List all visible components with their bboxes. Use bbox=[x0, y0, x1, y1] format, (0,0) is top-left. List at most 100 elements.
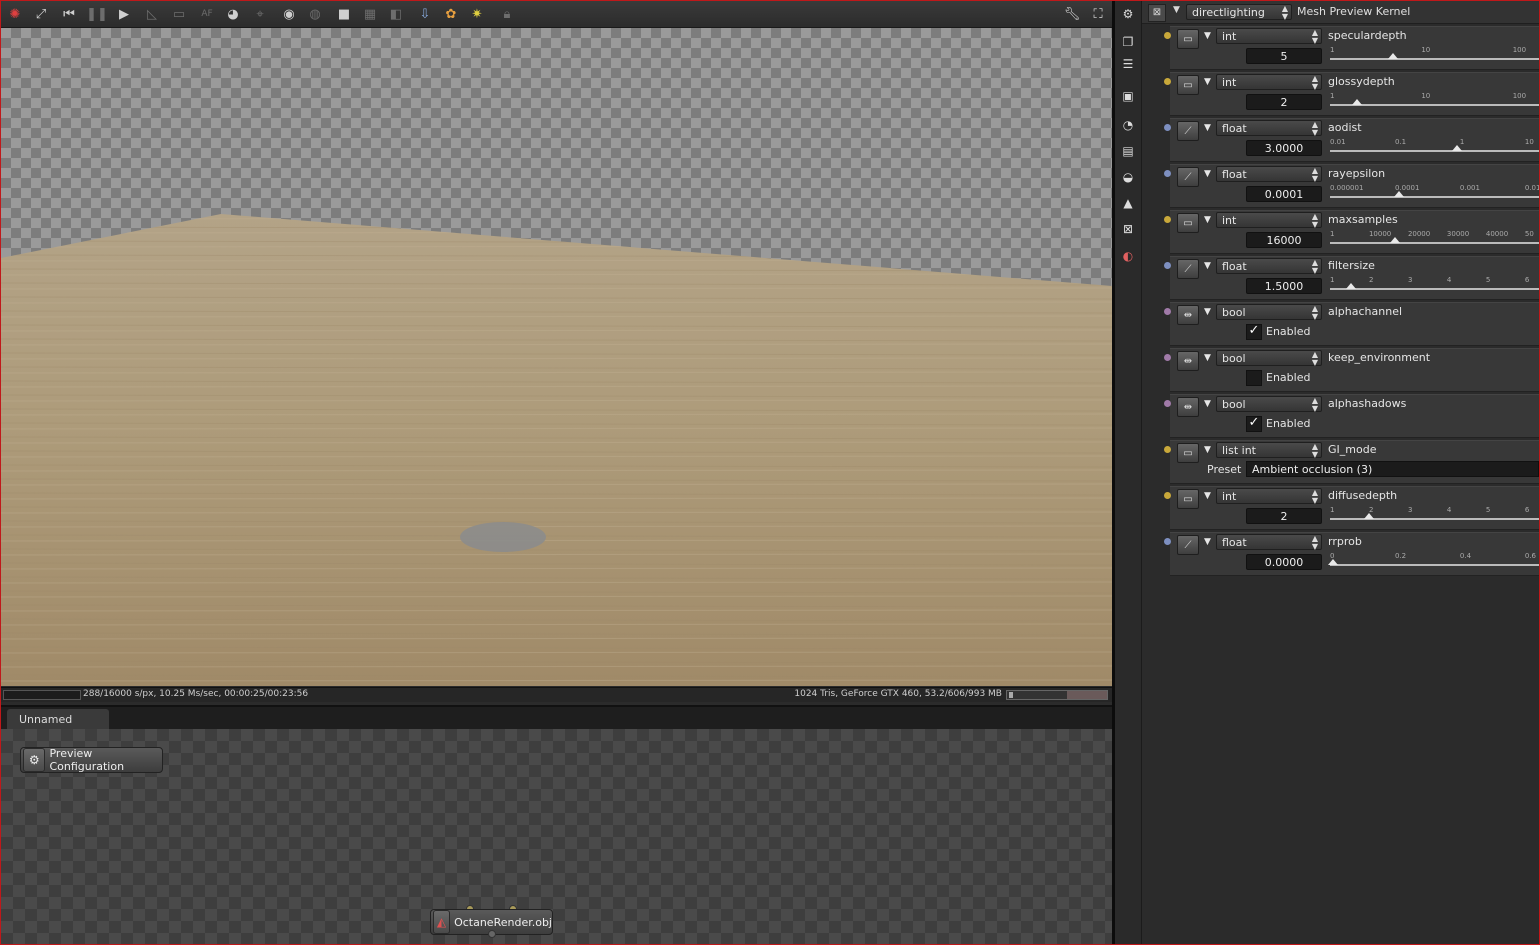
param-slider[interactable]: 0.000001 0.0001 0.001 0.01 bbox=[1328, 182, 1540, 204]
param-slider[interactable]: 1 10 100 bbox=[1328, 90, 1539, 112]
param-value-field[interactable]: 16000 bbox=[1246, 232, 1322, 248]
pin-dot-icon[interactable] bbox=[1164, 262, 1171, 269]
param-type-dropdown[interactable]: int ▲ ▼ bbox=[1216, 28, 1322, 45]
octane-logo-icon[interactable]: ✺ bbox=[5, 4, 25, 24]
collapse-triangle-icon[interactable]: ▼ bbox=[1204, 123, 1211, 133]
preset-dropdown[interactable]: Ambient occlusion (3) bbox=[1246, 461, 1539, 477]
wrench-icon[interactable]: 🔧︎ bbox=[1062, 4, 1082, 24]
param-value-field[interactable]: 0.0001 bbox=[1246, 186, 1322, 202]
fit-view-icon[interactable]: ⤢ bbox=[31, 4, 51, 24]
material-icon[interactable]: ◐ bbox=[1119, 247, 1137, 265]
pin-dot-icon[interactable] bbox=[1164, 124, 1171, 131]
alpha-icon[interactable]: ■ bbox=[334, 4, 354, 24]
param-type-dropdown[interactable]: list int ▲ ▼ bbox=[1216, 442, 1322, 459]
viewport-lock-icon[interactable]: ◉ bbox=[279, 4, 299, 24]
collapse-triangle-icon[interactable]: ▼ bbox=[1204, 77, 1211, 87]
pin-dot-icon[interactable] bbox=[1164, 538, 1171, 545]
collapse-triangle-icon[interactable]: ▼ bbox=[1204, 445, 1211, 455]
pin-dot-icon[interactable] bbox=[1164, 216, 1171, 223]
param-type-dropdown[interactable]: int ▲ ▼ bbox=[1216, 212, 1322, 229]
clay-mode-icon[interactable]: ◕ bbox=[223, 4, 243, 24]
slider-thumb[interactable] bbox=[1352, 99, 1362, 105]
param-type-icon[interactable]: ▭ bbox=[1177, 75, 1199, 95]
layers-icon[interactable]: ❐ bbox=[1119, 33, 1137, 51]
pin-dot-icon[interactable] bbox=[1164, 170, 1171, 177]
param-value-field[interactable]: 0.0000 bbox=[1246, 554, 1322, 570]
param-slider[interactable]: 1 10 100 bbox=[1328, 44, 1539, 66]
param-value-field[interactable]: 1.5000 bbox=[1246, 278, 1322, 294]
param-type-icon[interactable]: ⇹ bbox=[1177, 397, 1199, 417]
param-value-field[interactable]: 2 bbox=[1246, 94, 1322, 110]
param-type-icon[interactable]: ⇹ bbox=[1177, 351, 1199, 371]
pin-dot-icon[interactable] bbox=[1164, 400, 1171, 407]
render-region-icon[interactable]: ▭ bbox=[169, 4, 189, 24]
node-graph-editor[interactable]: ⚙ Preview Configuration ◭ OctaneRender.o… bbox=[1, 729, 1112, 944]
slider-thumb[interactable] bbox=[1364, 513, 1374, 519]
imager-icon[interactable]: ▲ bbox=[1119, 194, 1137, 212]
slider-thumb[interactable] bbox=[1388, 53, 1398, 59]
param-value-field[interactable]: 3.0000 bbox=[1246, 140, 1322, 156]
slider-thumb[interactable] bbox=[1394, 191, 1404, 197]
collapse-triangle-icon[interactable]: ▼ bbox=[1204, 307, 1211, 317]
collapse-triangle-icon[interactable]: ▼ bbox=[1204, 399, 1211, 409]
list-icon[interactable]: ☰ bbox=[1119, 55, 1137, 73]
param-slider[interactable]: 123456 bbox=[1328, 274, 1539, 296]
pause-render-icon[interactable]: ❚❚ bbox=[86, 4, 108, 24]
camera-icon[interactable]: ◺ bbox=[142, 4, 162, 24]
pin-dot-icon[interactable] bbox=[1164, 308, 1171, 315]
image-icon[interactable]: ▣ bbox=[1119, 87, 1137, 105]
param-type-icon[interactable]: ▭ bbox=[1177, 489, 1199, 509]
kernel-type-dropdown[interactable]: directlighting ▲ ▼ bbox=[1186, 4, 1292, 21]
grid-icon[interactable]: ▦ bbox=[360, 4, 380, 24]
kernel-preview-icon[interactable]: ⊠ bbox=[1119, 220, 1137, 238]
autofocus-icon[interactable]: AF bbox=[197, 4, 217, 24]
kernel-icon[interactable]: ▤ bbox=[1119, 142, 1137, 160]
camera-settings-icon[interactable]: ◔ bbox=[1119, 116, 1137, 134]
param-value-field[interactable]: 2 bbox=[1246, 508, 1322, 524]
param-type-icon[interactable]: ⟋ bbox=[1177, 535, 1199, 555]
render-viewport[interactable] bbox=[1, 28, 1112, 686]
param-value-field[interactable]: 5 bbox=[1246, 48, 1322, 64]
param-type-icon[interactable]: ▭ bbox=[1177, 443, 1199, 463]
slider-thumb[interactable] bbox=[1346, 283, 1356, 289]
param-type-dropdown[interactable]: float ▲ ▼ bbox=[1216, 258, 1322, 275]
param-slider[interactable]: 1 10000 20000 30000 40000 50 bbox=[1328, 228, 1539, 250]
light-icon[interactable]: ✷ bbox=[467, 4, 487, 24]
collapse-triangle-icon[interactable]: ▼ bbox=[1204, 261, 1211, 271]
collapse-triangle-icon[interactable]: ▼ bbox=[1204, 353, 1211, 363]
param-type-icon[interactable]: ▭ bbox=[1177, 213, 1199, 233]
collapse-triangle-icon[interactable]: ▼ bbox=[1204, 169, 1211, 179]
enabled-checkbox[interactable]: ✓ bbox=[1246, 324, 1262, 340]
param-type-dropdown[interactable]: int ▲ ▼ bbox=[1216, 74, 1322, 91]
param-slider[interactable]: 123456 bbox=[1328, 504, 1539, 526]
collapse-triangle-icon[interactable]: ▼ bbox=[1204, 31, 1211, 41]
param-type-dropdown[interactable]: bool ▲ ▼ bbox=[1216, 350, 1322, 367]
slider-thumb[interactable] bbox=[1390, 237, 1400, 243]
collapse-triangle-icon[interactable]: ▼ bbox=[1173, 5, 1180, 15]
export-icon[interactable]: ⇩ bbox=[415, 4, 435, 24]
collapse-triangle-icon[interactable]: ▼ bbox=[1204, 491, 1211, 501]
subsampling-icon[interactable]: ◍ bbox=[305, 4, 325, 24]
param-type-dropdown[interactable]: float ▲ ▼ bbox=[1216, 120, 1322, 137]
param-type-icon[interactable]: ⟋ bbox=[1177, 259, 1199, 279]
tab-unnamed-project[interactable]: Unnamed Project bbox=[7, 709, 109, 748]
param-type-dropdown[interactable]: float ▲ ▼ bbox=[1216, 166, 1322, 183]
pin-dot-icon[interactable] bbox=[1164, 354, 1171, 361]
param-type-dropdown[interactable]: float ▲ ▼ bbox=[1216, 534, 1322, 551]
param-slider[interactable]: 0 0.2 0.4 0.6 bbox=[1328, 550, 1539, 572]
enabled-checkbox[interactable]: ✓ bbox=[1246, 416, 1262, 432]
split-icon[interactable]: ◧ bbox=[386, 4, 406, 24]
slider-thumb[interactable] bbox=[1452, 145, 1462, 151]
pin-dot-icon[interactable] bbox=[1164, 446, 1171, 453]
node-preview-configuration[interactable]: ⚙ Preview Configuration bbox=[20, 747, 163, 773]
param-type-icon[interactable]: ⇹ bbox=[1177, 305, 1199, 325]
collapse-triangle-icon[interactable]: ▼ bbox=[1204, 215, 1211, 225]
color-icon[interactable]: ✿ bbox=[441, 4, 461, 24]
param-type-dropdown[interactable]: bool ▲ ▼ bbox=[1216, 396, 1322, 413]
param-type-icon[interactable]: ⟋ bbox=[1177, 167, 1199, 187]
param-type-icon[interactable]: ⟋ bbox=[1177, 121, 1199, 141]
environment-icon[interactable]: ◒ bbox=[1119, 168, 1137, 186]
slider-thumb[interactable] bbox=[1328, 559, 1338, 565]
restart-render-icon[interactable]: ⏮ bbox=[59, 4, 79, 24]
node-output-pin[interactable] bbox=[488, 930, 496, 938]
